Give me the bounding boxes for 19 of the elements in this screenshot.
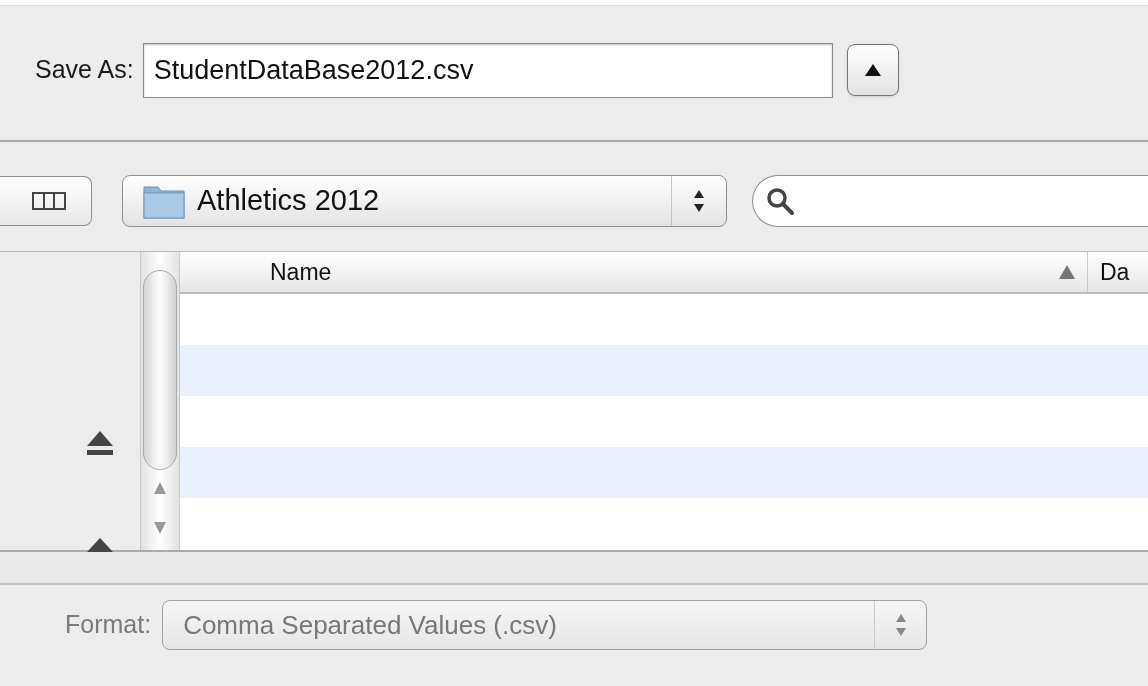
scrollbar[interactable] [140, 252, 180, 550]
columns-icon [32, 191, 66, 210]
scroll-down-arrow-icon [154, 522, 166, 534]
filename-field[interactable]: StudentDataBase2012.csv [142, 42, 833, 98]
column-header[interactable]: Da [1088, 252, 1148, 292]
collapse-button[interactable] [846, 44, 899, 96]
scroll-thumb[interactable] [143, 270, 177, 470]
sort-ascending-icon [1059, 265, 1075, 279]
scroll-up-arrow-icon [154, 482, 166, 494]
format-label: Format: [65, 609, 152, 641]
column-view-button[interactable] [0, 175, 92, 226]
column-header[interactable]: Name [180, 252, 1088, 292]
up-down-arrows-icon [894, 612, 907, 638]
search-field[interactable] [752, 174, 1148, 227]
location-popup[interactable]: Athletics 2012 [122, 174, 727, 227]
triangle-up-icon [864, 64, 881, 76]
search-icon [765, 185, 795, 216]
save-as-label: Save As: [35, 54, 134, 86]
eject-icon [86, 430, 114, 456]
